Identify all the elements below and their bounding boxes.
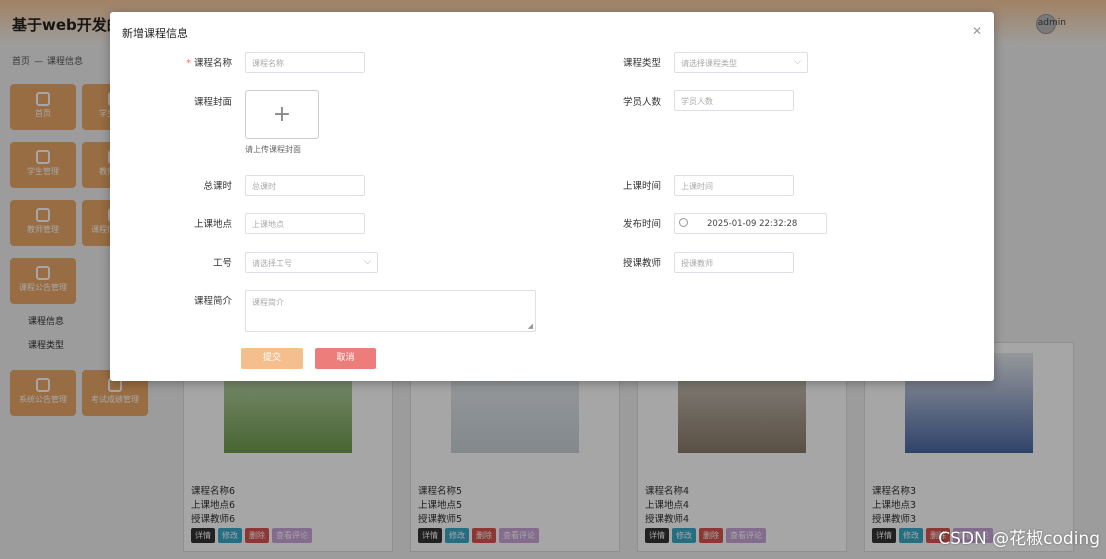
intro-label: 课程简介	[193, 296, 232, 307]
dialog-title: 新增课程信息	[122, 27, 188, 40]
cancel-button[interactable]: 取消	[315, 348, 376, 369]
add-course-dialog: 新增课程信息 ✕ * 课程名称 课程名称 课程封面 + 请上传课程封面 总课时 总…	[110, 12, 994, 381]
submit-button[interactable]: 提交	[241, 348, 303, 369]
close-icon[interactable]: ✕	[972, 24, 982, 38]
publish-time-label: 发布时间	[622, 219, 661, 230]
plus-icon: +	[272, 102, 292, 127]
course-type-select[interactable]: 请选择课程类型 ⌵	[674, 52, 808, 73]
class-place-label: 上课地点	[193, 219, 232, 230]
class-time-input[interactable]: 上课时间	[674, 175, 794, 196]
resize-handle-icon[interactable]: ◢	[528, 322, 533, 330]
watermark: CSDN @花椒coding	[938, 529, 1100, 549]
chevron-down-icon: ⌵	[364, 257, 371, 267]
student-count-label: 学员人数	[622, 97, 661, 108]
chevron-down-icon: ⌵	[794, 57, 801, 67]
intro-textarea[interactable]: 课程简介 ◢	[245, 290, 536, 332]
class-place-input[interactable]: 上课地点	[245, 213, 365, 234]
student-count-input[interactable]: 学员人数	[674, 90, 794, 111]
total-hours-input[interactable]: 总课时	[245, 175, 365, 196]
cover-upload[interactable]: +	[245, 90, 319, 139]
course-name-input[interactable]: 课程名称	[245, 52, 365, 73]
course-name-label: * 课程名称	[186, 58, 232, 69]
job-no-select[interactable]: 请选择工号 ⌵	[245, 252, 378, 273]
total-hours-label: 总课时	[203, 181, 232, 192]
course-type-label: 课程类型	[622, 58, 661, 69]
teacher-label: 授课教师	[622, 258, 661, 269]
publish-time-value: 2025-01-09 22:32:28	[707, 219, 798, 229]
cover-upload-hint: 请上传课程封面	[245, 145, 301, 154]
teacher-input[interactable]: 授课教师	[674, 252, 794, 273]
job-no-label: 工号	[212, 258, 232, 269]
clock-icon	[679, 218, 688, 227]
cover-label: 课程封面	[193, 97, 232, 108]
required-marker: *	[186, 58, 191, 69]
class-time-label: 上课时间	[622, 181, 661, 192]
publish-time-picker[interactable]: 2025-01-09 22:32:28	[674, 213, 827, 234]
